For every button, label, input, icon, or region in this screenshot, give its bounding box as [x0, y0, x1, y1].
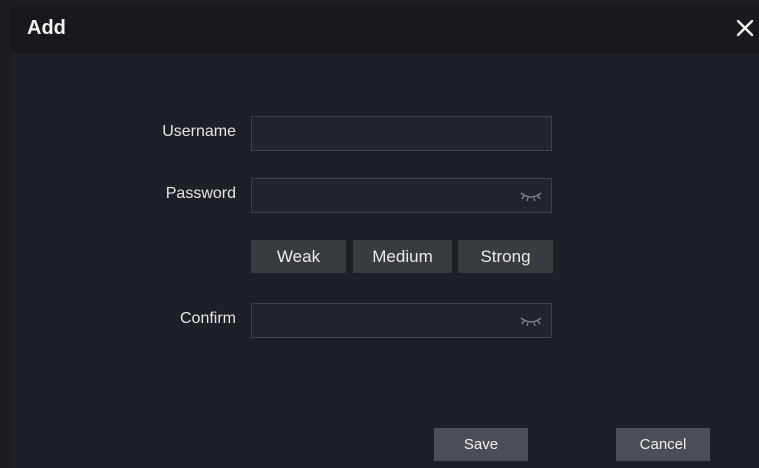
- dialog-titlebar: Add: [10, 6, 759, 53]
- username-label: Username: [162, 123, 236, 140]
- eye-closed-icon[interactable]: [519, 189, 543, 203]
- confirm-label: Confirm: [179, 310, 236, 327]
- strength-strong: Strong: [458, 240, 553, 273]
- add-user-dialog: Add Username Password Weak Medium Strong…: [10, 6, 759, 468]
- strength-medium-label: Medium: [372, 246, 433, 266]
- save-button-label: Save: [463, 436, 499, 453]
- cancel-button[interactable]: Cancel: [616, 428, 710, 461]
- username-input[interactable]: [251, 116, 552, 151]
- confirm-password-input[interactable]: [251, 303, 552, 338]
- password-label: Password: [165, 185, 236, 202]
- password-input[interactable]: [251, 178, 552, 213]
- dialog-title: Add: [27, 17, 66, 39]
- close-button[interactable]: [731, 14, 759, 42]
- strength-strong-label: Strong: [480, 246, 531, 266]
- eye-closed-icon[interactable]: [519, 314, 543, 328]
- close-icon: [736, 19, 754, 37]
- strength-weak: Weak: [251, 240, 346, 273]
- cancel-button-label: Cancel: [639, 436, 687, 453]
- strength-weak-label: Weak: [276, 246, 321, 266]
- strength-medium: Medium: [353, 240, 452, 273]
- save-button[interactable]: Save: [434, 428, 528, 461]
